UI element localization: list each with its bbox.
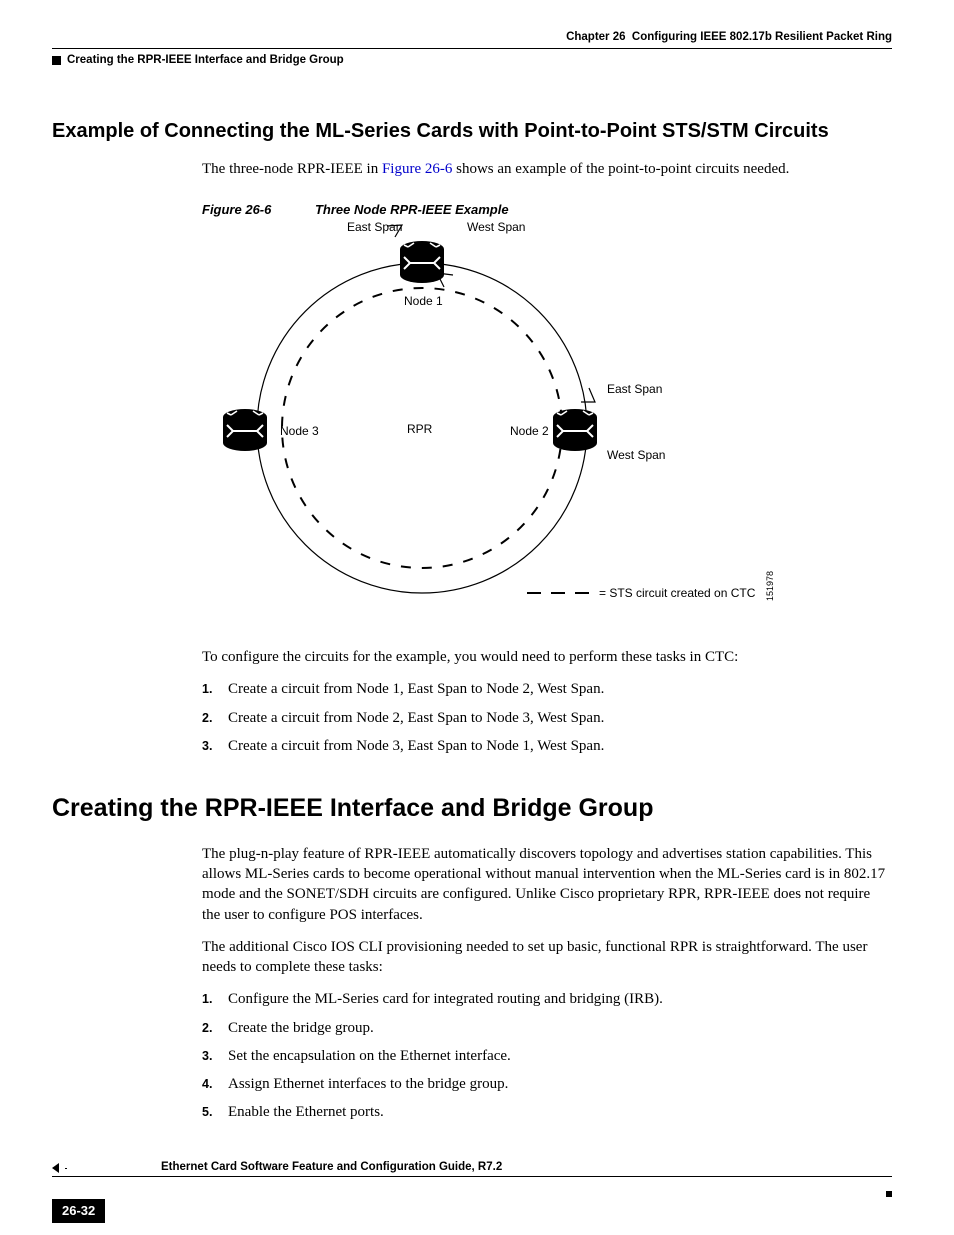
label-node3: Node 3 bbox=[280, 424, 319, 438]
intro-paragraph: The three-node RPR-IEEE in Figure 26-6 s… bbox=[202, 159, 892, 179]
label-west-right: West Span bbox=[607, 448, 665, 462]
list-item: Assign Ethernet interfaces to the bridge… bbox=[228, 1074, 508, 1094]
section-breadcrumb: Creating the RPR-IEEE Interface and Brid… bbox=[67, 53, 344, 69]
header-right: Chapter 26 Configuring IEEE 802.17b Resi… bbox=[52, 30, 892, 48]
section-heading-example: Example of Connecting the ML-Series Card… bbox=[52, 118, 892, 145]
page-footer: Ethernet Card Software Feature and Confi… bbox=[52, 1160, 892, 1205]
label-west-top: West Span bbox=[467, 220, 525, 234]
router-icon-node1 bbox=[400, 241, 444, 283]
figure-id: 151978 bbox=[765, 571, 775, 601]
legend-text: = STS circuit created on CTC bbox=[599, 586, 756, 600]
section-heading-creating: Creating the RPR-IEEE Interface and Brid… bbox=[52, 792, 892, 826]
list-item: Create a circuit from Node 3, East Span … bbox=[228, 736, 604, 756]
square-icon bbox=[52, 56, 61, 65]
config-steps-list: 1.Create a circuit from Node 1, East Spa… bbox=[202, 679, 892, 756]
list-item: Set the encapsulation on the Ethernet in… bbox=[228, 1046, 511, 1066]
list-item: Create a circuit from Node 1, East Span … bbox=[228, 679, 604, 699]
task-list: 1.Configure the ML-Series card for integ… bbox=[202, 989, 892, 1122]
figure-diagram: East Span West Span Node 1 Node 2 Node 3… bbox=[207, 213, 892, 619]
chapter-title: Configuring IEEE 802.17b Resilient Packe… bbox=[632, 30, 892, 46]
config-intro: To configure the circuits for the exampl… bbox=[202, 647, 892, 667]
label-center: RPR bbox=[407, 422, 433, 436]
figure-reference-link[interactable]: Figure 26-6 bbox=[382, 161, 452, 177]
list-item: Configure the ML-Series card for integra… bbox=[228, 989, 663, 1009]
page-number-tab: 26-32 bbox=[52, 1199, 105, 1223]
router-icon-node3 bbox=[223, 409, 267, 451]
footer-title: Ethernet Card Software Feature and Confi… bbox=[161, 1160, 502, 1176]
label-node2: Node 2 bbox=[510, 424, 549, 438]
list-item: Enable the Ethernet ports. bbox=[228, 1102, 384, 1122]
list-item: Create the bridge group. bbox=[228, 1018, 374, 1038]
left-caret-icon bbox=[52, 1163, 59, 1173]
label-east-right: East Span bbox=[607, 382, 662, 396]
square-end-icon bbox=[886, 1183, 892, 1203]
paragraph-cli: The additional Cisco IOS CLI provisionin… bbox=[202, 937, 892, 978]
label-east-top: East Span bbox=[347, 220, 402, 234]
router-icon-node2 bbox=[553, 409, 597, 451]
paragraph-plugnplay: The plug-n-play feature of RPR-IEEE auto… bbox=[202, 844, 892, 925]
list-item: Create a circuit from Node 2, East Span … bbox=[228, 708, 604, 728]
chapter-label: Chapter 26 bbox=[566, 30, 625, 46]
header-left: Creating the RPR-IEEE Interface and Brid… bbox=[52, 53, 892, 69]
label-node1: Node 1 bbox=[404, 294, 443, 308]
